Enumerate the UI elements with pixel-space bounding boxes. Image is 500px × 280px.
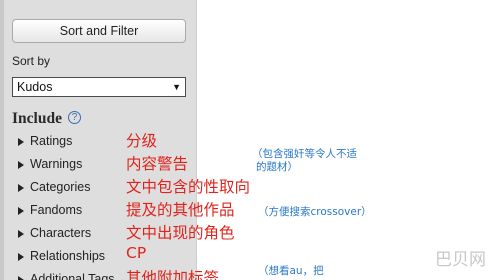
annotation-fandoms-note: （方便搜索crossover） bbox=[258, 206, 372, 218]
sort-by-label: Sort by bbox=[12, 54, 51, 68]
annotation-characters: 文中出现的角色 bbox=[126, 224, 235, 242]
triangle-right-icon bbox=[18, 230, 24, 238]
filter-item-label: Fandoms bbox=[30, 203, 83, 217]
triangle-right-icon bbox=[18, 253, 24, 261]
annotation-relationships: CP bbox=[126, 244, 147, 262]
sort-by-select[interactable]: Kudos ▼ bbox=[12, 77, 186, 97]
annotation-fandoms: 提及的其他作品 bbox=[126, 201, 235, 219]
filter-item-label: Categories bbox=[30, 180, 91, 194]
annotation-categories: 文中包含的性取向 bbox=[126, 178, 251, 196]
annotation-warnings: 内容警告 bbox=[126, 155, 189, 173]
annotation-additional-tags-note: （想看au，把 bbox=[258, 265, 324, 277]
help-icon[interactable]: ? bbox=[68, 111, 81, 124]
sort-by-selected-value: Kudos bbox=[17, 80, 53, 94]
triangle-right-icon bbox=[18, 207, 24, 215]
filter-item-label: Warnings bbox=[30, 157, 83, 171]
annotation-warnings-note-line1: （包含强奸等令人不适 bbox=[252, 148, 357, 160]
triangle-right-icon bbox=[18, 138, 24, 146]
filter-item-label: Relationships bbox=[30, 249, 106, 263]
annotation-additional-tags: 其他附加标签 bbox=[126, 269, 220, 280]
sort-and-filter-button[interactable]: Sort and Filter bbox=[12, 19, 186, 43]
triangle-right-icon bbox=[18, 184, 24, 192]
watermark: 巴贝网 bbox=[435, 250, 486, 270]
triangle-right-icon bbox=[18, 276, 24, 280]
triangle-right-icon bbox=[18, 161, 24, 169]
annotation-warnings-note-line2: 的题材） bbox=[256, 161, 298, 173]
screenshot-page: Sort and Filter Sort by Kudos ▼ Include … bbox=[0, 0, 500, 280]
filter-item-label: Characters bbox=[30, 226, 92, 240]
include-heading: Include bbox=[12, 110, 62, 127]
filter-item-label: Ratings bbox=[30, 134, 73, 148]
filter-item-label: Additional Tags bbox=[30, 272, 115, 280]
annotation-warnings-note: （包含强奸等令人不适 的题材） bbox=[252, 148, 357, 174]
annotation-ratings: 分级 bbox=[126, 132, 158, 150]
dropdown-arrow-icon: ▼ bbox=[172, 82, 181, 92]
